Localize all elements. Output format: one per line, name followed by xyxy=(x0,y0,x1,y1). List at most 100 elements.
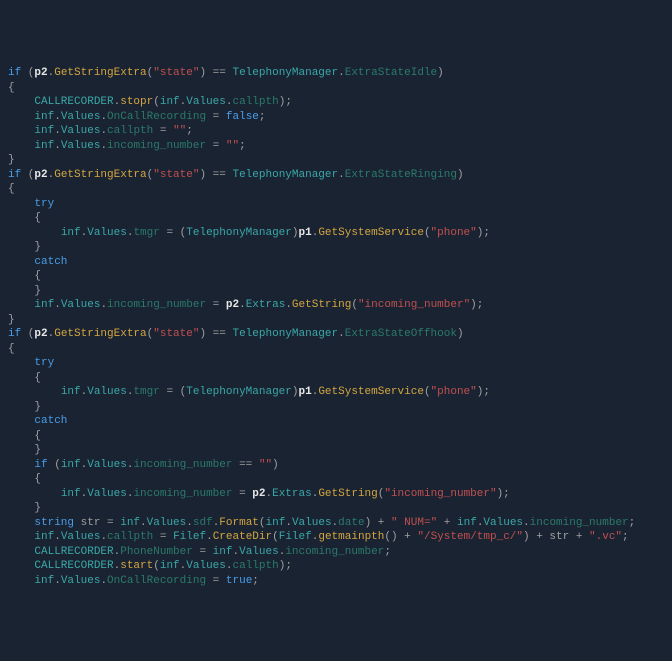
token-str: "incoming_number" xyxy=(384,488,496,500)
token-pun: ( xyxy=(259,517,266,529)
token-pun: } xyxy=(8,314,15,326)
token-pun: } xyxy=(8,401,41,413)
token-kw: string xyxy=(34,517,74,529)
token-pun: ; xyxy=(384,546,391,558)
token-mth: GetStringExtra xyxy=(54,169,146,181)
token-pun: { xyxy=(8,473,41,485)
token-typ: Values xyxy=(186,560,226,572)
token-str: " NUM=" xyxy=(391,517,437,529)
code-line: CALLRECORDER.start(inf.Values.callpth); xyxy=(8,559,664,574)
token-pun: . xyxy=(239,299,246,311)
token-pun: { xyxy=(8,212,41,224)
token-pun: . xyxy=(279,546,286,558)
code-line: inf.Values.callpth = Filef.CreateDir(Fil… xyxy=(8,530,664,545)
token-prm: p1 xyxy=(299,386,312,398)
token-pun: . xyxy=(114,560,121,572)
token-typ: inf xyxy=(34,111,54,123)
token-typ: Values xyxy=(87,386,127,398)
token-mth: GetString xyxy=(318,488,377,500)
token-typ: Values xyxy=(292,517,332,529)
token-mbr: incoming_number xyxy=(107,299,206,311)
token-pun xyxy=(8,517,34,529)
token-pun: ) xyxy=(437,67,444,79)
token-pun: ) xyxy=(457,169,464,181)
token-pun: ( xyxy=(272,531,279,543)
code-line: { xyxy=(8,472,664,487)
token-mbr: OnCallRecording xyxy=(107,575,206,587)
token-typ: inf xyxy=(213,546,233,558)
code-line: inf.Values.incoming_number = p2.Extras.G… xyxy=(8,298,664,313)
token-pun: . xyxy=(100,575,107,587)
token-typ: CALLRECORDER xyxy=(34,560,113,572)
code-line: } xyxy=(8,240,664,255)
token-pun: . xyxy=(54,531,61,543)
code-line: if (p2.GetStringExtra("state") == Teleph… xyxy=(8,168,664,183)
token-typ: Values xyxy=(61,111,101,123)
token-kw: if xyxy=(8,328,21,340)
token-pun: ); xyxy=(470,299,483,311)
token-pun: ; xyxy=(629,517,636,529)
token-pun: } xyxy=(8,241,41,253)
code-line: } xyxy=(8,153,664,168)
token-pun: = ( xyxy=(160,386,186,398)
token-str: "" xyxy=(173,125,186,137)
token-prm: p2 xyxy=(34,169,47,181)
token-str: "" xyxy=(259,459,272,471)
token-typ: inf xyxy=(34,299,54,311)
token-pun: ); xyxy=(477,386,490,398)
token-pun xyxy=(8,459,34,471)
token-pun: ( xyxy=(424,386,431,398)
token-typ: Values xyxy=(61,299,101,311)
code-line: { xyxy=(8,429,664,444)
token-pun: ( xyxy=(351,299,358,311)
token-typ: inf xyxy=(266,517,286,529)
token-pun: = ( xyxy=(160,227,186,239)
token-pun: } xyxy=(8,502,41,514)
token-typ: inf xyxy=(34,125,54,137)
token-typ: inf xyxy=(34,531,54,543)
token-mth: GetStringExtra xyxy=(54,67,146,79)
token-str: "incoming_number" xyxy=(358,299,470,311)
token-pun: . xyxy=(54,140,61,152)
token-typ: TelephonyManager xyxy=(232,67,338,79)
token-typ: Values xyxy=(61,125,101,137)
token-pun xyxy=(8,357,34,369)
token-pun xyxy=(8,227,61,239)
token-mbr: ExtraStateOffhook xyxy=(345,328,457,340)
code-line: inf.Values.OnCallRecording = false; xyxy=(8,110,664,125)
token-pun: { xyxy=(8,430,41,442)
token-typ: inf xyxy=(160,96,180,108)
token-pun: ; xyxy=(186,125,193,137)
token-pun: ( xyxy=(153,560,160,572)
code-line: { xyxy=(8,81,664,96)
token-str: "phone" xyxy=(431,227,477,239)
token-pun: . xyxy=(54,125,61,137)
code-line: } xyxy=(8,443,664,458)
token-pun: ) xyxy=(292,386,299,398)
token-pun: ); xyxy=(279,96,292,108)
token-pun xyxy=(8,198,34,210)
token-pun: ); xyxy=(477,227,490,239)
token-typ: CALLRECORDER xyxy=(34,546,113,558)
token-mth: Format xyxy=(219,517,259,529)
token-kw: if xyxy=(8,67,21,79)
token-pun xyxy=(8,140,34,152)
token-pun xyxy=(8,560,34,572)
token-typ: inf xyxy=(34,140,54,152)
token-typ: Values xyxy=(147,517,187,529)
code-line: { xyxy=(8,269,664,284)
token-pun: . xyxy=(206,531,213,543)
token-typ: TelephonyManager xyxy=(232,328,338,340)
code-line: { xyxy=(8,371,664,386)
code-line: if (p2.GetStringExtra("state") == Teleph… xyxy=(8,327,664,342)
token-pun xyxy=(8,256,34,268)
token-pun: . xyxy=(186,517,193,529)
token-typ: Values xyxy=(87,227,127,239)
token-typ: Values xyxy=(483,517,523,529)
token-mbr: OnCallRecording xyxy=(107,111,206,123)
token-pun xyxy=(8,299,34,311)
token-prm: p2 xyxy=(226,299,239,311)
token-pun: . xyxy=(226,560,233,572)
token-pun xyxy=(8,111,34,123)
token-pun: . xyxy=(285,299,292,311)
